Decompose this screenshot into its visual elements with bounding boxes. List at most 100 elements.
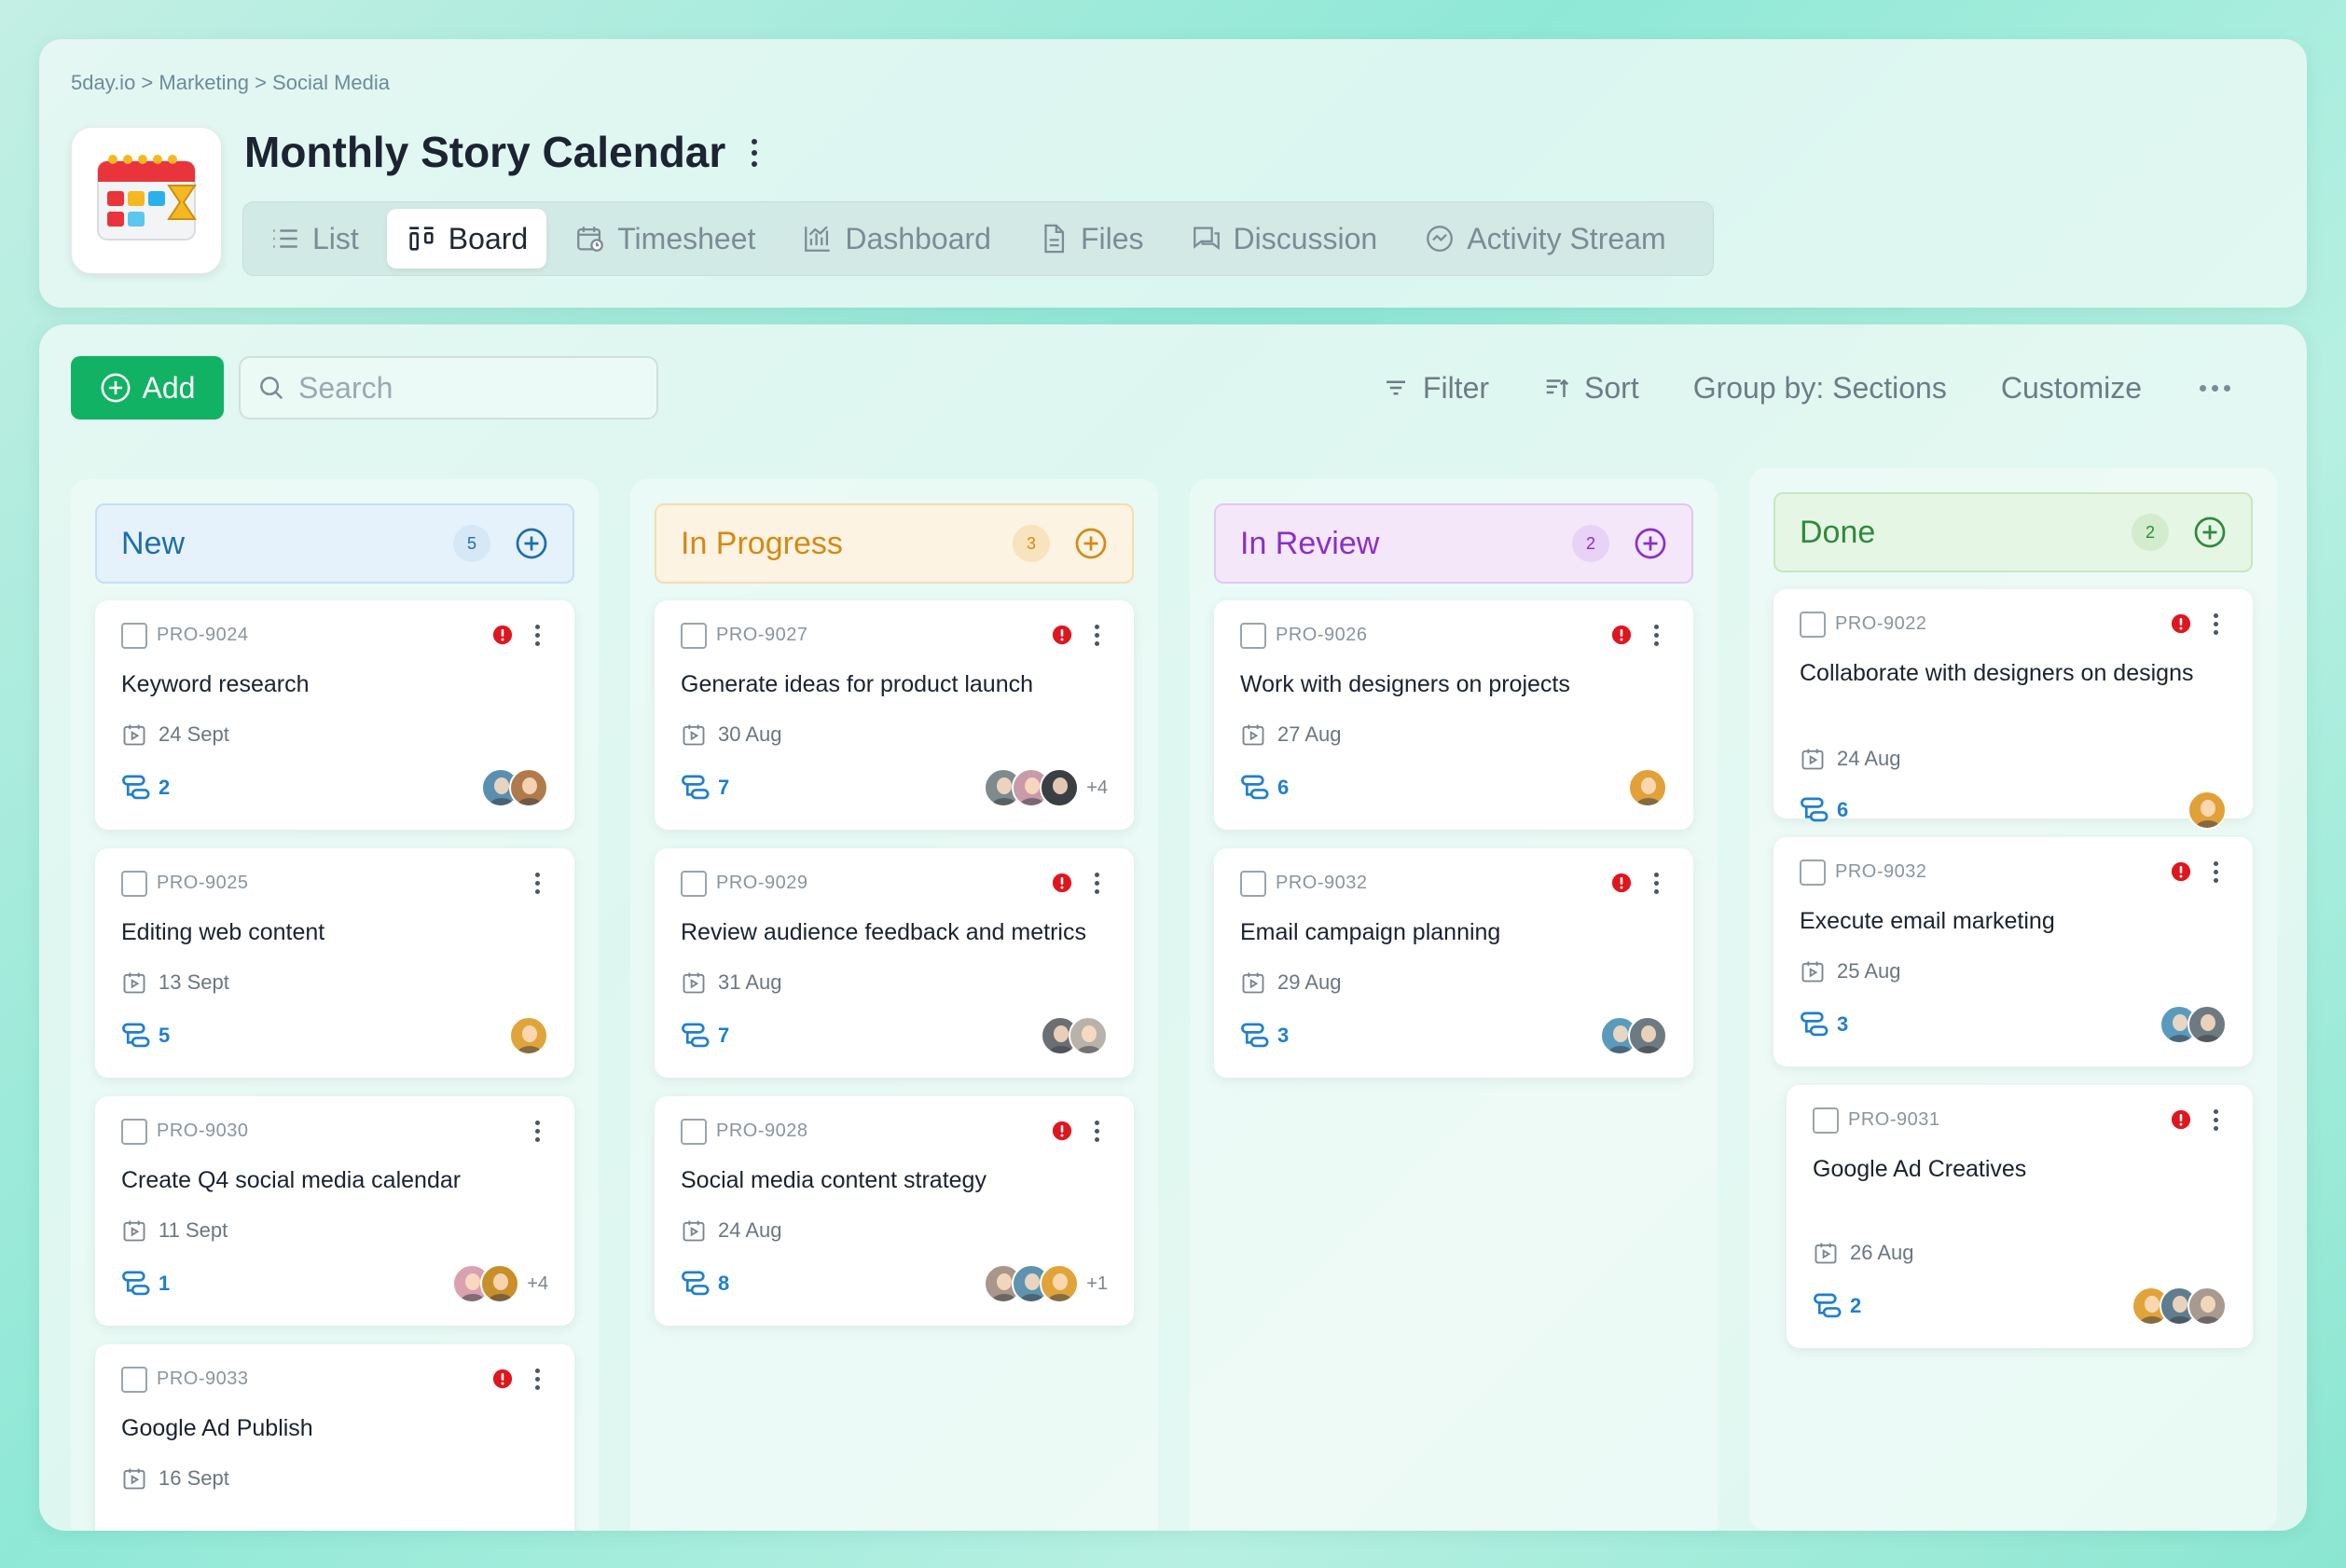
task-checkbox[interactable] [1800, 612, 1826, 638]
assignee-avatars[interactable] [1628, 768, 1667, 807]
avatar [1040, 1264, 1080, 1303]
subtask-count[interactable]: 2 [1813, 1292, 1861, 1320]
tab-files[interactable]: Files [1019, 209, 1163, 268]
customize-button[interactable]: Customize [2001, 371, 2142, 406]
assignee-avatars[interactable] [481, 768, 548, 807]
filter-button[interactable]: Filter [1382, 371, 1489, 406]
assignee-avatars[interactable]: +4 [452, 1264, 548, 1303]
task-card[interactable]: PRO-9024 Keyword research 24 Sept 2 [95, 600, 574, 830]
card-menu-icon[interactable] [1089, 869, 1104, 897]
dashboard-icon [805, 226, 831, 252]
assignee-avatars[interactable]: +4 [984, 768, 1108, 807]
task-id: PRO-9032 [1835, 861, 1927, 882]
assignee-avatars[interactable] [2132, 1286, 2227, 1326]
subtask-icon [122, 1023, 150, 1048]
column-header: Done 2 [1773, 492, 2253, 572]
task-card[interactable]: PRO-9032 Execute email marketing 25 Aug 3 [1773, 837, 2253, 1066]
subtask-count[interactable]: 6 [1800, 796, 1848, 824]
calendar-play-icon [683, 724, 705, 746]
card-menu-icon[interactable] [1649, 869, 1663, 897]
task-card[interactable]: PRO-9032 Email campaign planning 29 Aug 3 [1214, 848, 1693, 1078]
card-menu-icon[interactable] [1089, 621, 1104, 649]
task-title: Collaborate with designers on designs [1800, 660, 2194, 686]
breadcrumb[interactable]: 5day.io > Marketing > Social Media [71, 71, 390, 95]
due-date-text: 26 Aug [1850, 1241, 1914, 1264]
task-checkbox[interactable] [681, 1119, 707, 1145]
card-menu-icon[interactable] [530, 1365, 545, 1393]
task-id: PRO-9028 [716, 1121, 808, 1141]
search-input[interactable] [298, 370, 634, 406]
more-assignees-count: +4 [1086, 777, 1108, 798]
assignee-avatars[interactable] [2160, 1005, 2227, 1044]
task-checkbox[interactable] [1240, 871, 1266, 897]
task-card[interactable]: PRO-9026 Work with designers on projects 2… [1214, 600, 1693, 830]
task-checkbox[interactable] [1800, 860, 1826, 886]
tab-activity-stream[interactable]: Activity Stream [1405, 209, 1684, 268]
board-panel: Add Filter Sort Group by: Sections Custo… [39, 324, 2307, 1531]
task-checkbox[interactable] [121, 1119, 147, 1145]
tab-list[interactable]: List [251, 209, 378, 268]
subtask-count[interactable]: 8 [681, 1270, 729, 1298]
task-due-date: 24 Aug [1800, 746, 1901, 772]
subtask-count[interactable]: 6 [1240, 774, 1289, 802]
assignee-avatars[interactable] [1041, 1016, 1108, 1055]
subtask-count-text: 6 [1277, 776, 1290, 799]
subtask-count[interactable]: 7 [681, 1022, 729, 1050]
task-checkbox[interactable] [121, 1367, 147, 1393]
tab-timesheet[interactable]: Timesheet [556, 209, 774, 268]
task-card[interactable]: PRO-9031 Google Ad Creatives 26 Aug 2 [1787, 1085, 2253, 1348]
subtask-count[interactable]: 7 [681, 774, 729, 802]
avatar [509, 768, 548, 807]
card-menu-icon[interactable] [2208, 610, 2223, 638]
task-card[interactable]: PRO-9025 Editing web content 13 Sept 5 [95, 848, 574, 1078]
card-menu-icon[interactable] [2208, 858, 2223, 886]
card-menu-icon[interactable] [1089, 1117, 1104, 1145]
task-checkbox[interactable] [681, 871, 707, 897]
card-menu-icon[interactable] [530, 621, 545, 649]
sort-button[interactable]: Sort [1543, 371, 1639, 406]
column-done: Done 2 PRO-9022 Collaborate with designers … [1749, 468, 2277, 1531]
group-by-button[interactable]: Group by: Sections [1693, 371, 1947, 406]
task-card[interactable]: PRO-9028 Social media content strategy 24 … [655, 1096, 1134, 1326]
view-tabs: List Board Timesheet Dashboard Files Dis… [242, 201, 1714, 276]
tab-discussion[interactable]: Discussion [1172, 209, 1397, 268]
task-card[interactable]: PRO-9027 Generate ideas for product launc… [655, 600, 1134, 830]
project-more-menu-icon[interactable] [740, 132, 768, 173]
task-card[interactable]: PRO-9033 Google Ad Publish 16 Sept [95, 1344, 574, 1531]
task-checkbox[interactable] [1240, 623, 1266, 649]
task-checkbox[interactable] [121, 871, 147, 897]
task-checkbox[interactable] [681, 623, 707, 649]
tab-dashboard[interactable]: Dashboard [783, 209, 1010, 268]
task-checkbox[interactable] [121, 623, 147, 649]
add-card-icon[interactable] [2193, 516, 2227, 549]
task-card[interactable]: PRO-9030 Create Q4 social media calendar 1… [95, 1096, 574, 1326]
task-due-date: 30 Aug [681, 722, 782, 748]
add-card-icon[interactable] [1634, 527, 1667, 560]
card-menu-icon[interactable] [2208, 1106, 2223, 1134]
subtask-icon [682, 1271, 710, 1296]
assignee-avatars[interactable]: +1 [984, 1264, 1108, 1303]
calendar-play-icon [1801, 961, 1824, 983]
card-menu-icon[interactable] [1649, 621, 1663, 649]
subtask-icon [1241, 1023, 1269, 1048]
card-menu-icon[interactable] [530, 1117, 545, 1145]
subtask-count[interactable]: 1 [121, 1270, 170, 1298]
more-options-icon[interactable] [2196, 384, 2234, 392]
column-count-badge: 3 [1013, 525, 1050, 562]
assignee-avatars[interactable] [1600, 1016, 1667, 1055]
subtask-count[interactable]: 2 [121, 774, 170, 802]
assignee-avatars[interactable] [2187, 791, 2227, 830]
subtask-count[interactable]: 3 [1240, 1022, 1289, 1050]
add-card-icon[interactable] [515, 527, 548, 560]
add-card-icon[interactable] [1074, 527, 1108, 560]
task-card[interactable]: PRO-9029 Review audience feedback and met… [655, 848, 1134, 1078]
task-card[interactable]: PRO-9022 Collaborate with designers on de… [1773, 589, 2253, 830]
assignee-avatars[interactable] [509, 1016, 548, 1055]
subtask-count[interactable]: 5 [121, 1022, 170, 1050]
task-checkbox[interactable] [1813, 1107, 1839, 1134]
task-title: Google Ad Creatives [1813, 1156, 2027, 1182]
card-menu-icon[interactable] [530, 869, 545, 897]
subtask-count[interactable]: 3 [1800, 1011, 1848, 1038]
tab-board[interactable]: Board [386, 209, 547, 268]
add-button[interactable]: Add [71, 356, 224, 420]
